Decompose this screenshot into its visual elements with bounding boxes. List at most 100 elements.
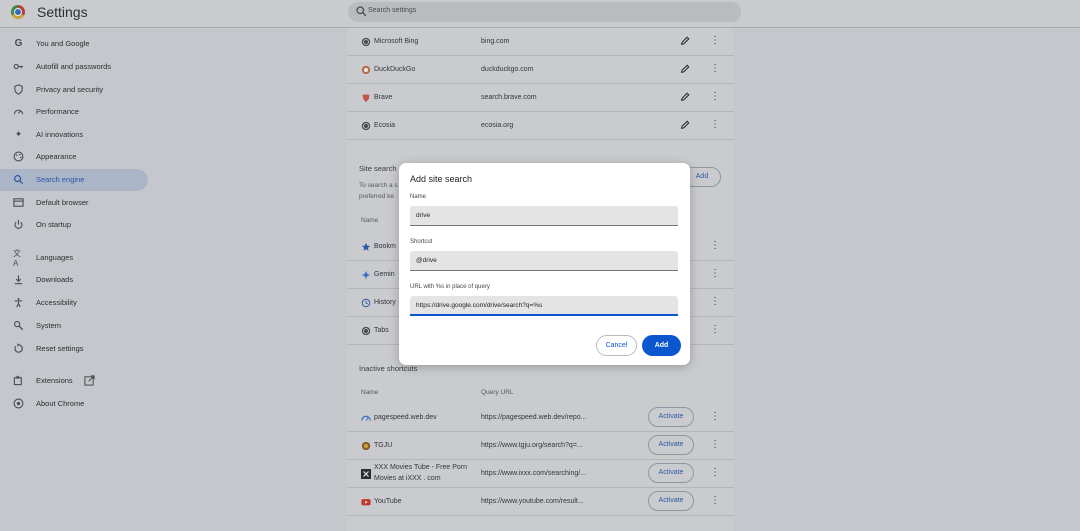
activate-button[interactable]: Activate [648, 435, 694, 455]
inactive-shortcut-row: XXX Movies Tube - Free Porn Movies at iX… [347, 460, 734, 488]
sidebar-item-performance[interactable]: Performance [0, 101, 148, 123]
inactive-shortcut-row: TGJU https://www.tgju.org/search?q=... A… [347, 432, 734, 460]
chrome-icon [13, 398, 24, 409]
sidebar-item-downloads[interactable]: Downloads [0, 269, 148, 291]
sidebar-item-reset-settings[interactable]: Reset settings [0, 338, 148, 360]
column-header-name: Name [361, 389, 379, 396]
sidebar-item-label: Performance [36, 107, 79, 116]
browser-icon [13, 197, 24, 208]
sidebar-item-system[interactable]: System [0, 315, 148, 337]
history-clock-icon [361, 298, 371, 308]
accessibility-icon [13, 297, 24, 308]
sidebar-item-label: Extensions [36, 376, 73, 385]
engine-name: Ecosia [374, 122, 396, 129]
more-options-icon[interactable]: ⋮ [710, 34, 720, 48]
column-header-name: Name [361, 217, 379, 224]
sidebar-item-privacy[interactable]: Privacy and security [0, 79, 148, 101]
sidebar-item-label: Appearance [36, 152, 77, 161]
engine-url: bing.com [481, 38, 510, 45]
search-engine-row: Brave search.brave.com ⋮ [347, 84, 734, 112]
site-search-title: Site search [359, 164, 397, 173]
external-link-icon [84, 375, 95, 386]
more-options-icon[interactable]: ⋮ [710, 90, 720, 104]
google-g-icon: G [14, 38, 23, 49]
sidebar-item-languages[interactable]: 文A Languages [0, 247, 148, 269]
sidebar-item-default-browser[interactable]: Default browser [0, 192, 148, 214]
url-field[interactable] [410, 296, 678, 316]
chrome-logo-icon [11, 5, 25, 19]
shortcut-name: YouTube [374, 498, 402, 505]
edit-pencil-icon[interactable] [680, 36, 690, 46]
name-field-label: Name [410, 194, 427, 200]
edit-pencil-icon[interactable] [680, 92, 690, 102]
shield-icon [13, 84, 24, 95]
tgju-icon [361, 441, 371, 451]
sidebar: G You and Google Autofill and passwords … [0, 28, 160, 531]
shortcut-url: https://pagespeed.web.dev/repo... [481, 414, 587, 421]
sidebar-item-label: You and Google [36, 39, 90, 48]
cancel-button[interactable]: Cancel [596, 335, 637, 356]
search-placeholder: Search settings [368, 7, 417, 14]
more-options-icon[interactable]: ⋮ [710, 494, 720, 508]
shortcut-field[interactable] [410, 251, 678, 271]
sidebar-item-you-and-google[interactable]: G You and Google [0, 33, 148, 55]
edit-pencil-icon[interactable] [680, 120, 690, 130]
ixxx-x-icon [361, 469, 371, 479]
url-field-label: URL with %s in place of query [410, 284, 490, 290]
search-settings-input[interactable]: Search settings [348, 2, 741, 22]
pagespeed-icon [361, 415, 371, 421]
page-title: Settings [37, 4, 88, 20]
more-options-icon[interactable]: ⋮ [710, 295, 720, 309]
sidebar-item-label: Reset settings [36, 344, 84, 353]
activate-button[interactable]: Activate [648, 463, 694, 483]
sidebar-item-about-chrome[interactable]: About Chrome [0, 393, 148, 415]
duckduckgo-icon [361, 65, 371, 75]
sidebar-item-autofill[interactable]: Autofill and passwords [0, 56, 148, 78]
translate-icon: 文A [13, 248, 21, 268]
activate-button[interactable]: Activate [648, 491, 694, 511]
inactive-shortcuts-title: Inactive shortcuts [359, 364, 418, 373]
site-search-name: Tabs [374, 327, 389, 334]
shortcut-field-label: Shortcut [410, 239, 433, 245]
top-bar: Settings Search settings [0, 0, 1080, 28]
more-options-icon[interactable]: ⋮ [710, 118, 720, 132]
add-button[interactable]: Add [642, 335, 681, 356]
globe-icon [361, 37, 371, 47]
activate-button[interactable]: Activate [648, 407, 694, 427]
more-options-icon[interactable]: ⋮ [710, 438, 720, 452]
star-icon [361, 242, 371, 251]
sidebar-item-extensions[interactable]: Extensions [0, 370, 148, 392]
name-field[interactable] [410, 206, 678, 226]
sidebar-item-label: Autofill and passwords [36, 62, 112, 71]
more-options-icon[interactable]: ⋮ [710, 323, 720, 337]
inactive-shortcut-row: pagespeed.web.dev https://pagespeed.web.… [347, 404, 734, 432]
search-engine-row: DuckDuckGo duckduckgo.com ⋮ [347, 56, 734, 84]
search-icon [356, 6, 367, 17]
sidebar-item-appearance[interactable]: Appearance [0, 146, 148, 168]
sidebar-item-on-startup[interactable]: On startup [0, 214, 148, 236]
shortcut-url: https://www.youtube.com/result... [481, 498, 584, 505]
more-options-icon[interactable]: ⋮ [710, 267, 720, 281]
sidebar-item-ai-innovations[interactable]: ✦ AI innovations [0, 124, 148, 146]
puzzle-icon [13, 375, 24, 386]
key-icon [13, 61, 24, 72]
more-options-icon[interactable]: ⋮ [710, 62, 720, 76]
power-icon [13, 219, 24, 230]
site-search-desc-line1: To search a s [359, 182, 398, 189]
more-options-icon[interactable]: ⋮ [710, 410, 720, 424]
more-options-icon[interactable]: ⋮ [710, 466, 720, 480]
sidebar-item-search-engine[interactable]: Search engine [0, 169, 148, 191]
sidebar-item-label: System [36, 321, 62, 330]
site-search-desc-line2: preferred ke [359, 193, 395, 200]
shortcut-name-line1: XXX Movies Tube - Free Porn [374, 464, 467, 471]
shortcut-name-line2: Movies at iXXX . com [374, 475, 441, 482]
site-search-name: Bookm [374, 243, 396, 250]
shortcut-name: TGJU [374, 442, 393, 449]
more-options-icon[interactable]: ⋮ [710, 239, 720, 253]
sidebar-item-label: Languages [36, 253, 74, 262]
inactive-shortcut-row: YouTube https://www.youtube.com/result..… [347, 488, 734, 516]
reset-icon [13, 343, 24, 354]
edit-pencil-icon[interactable] [680, 64, 690, 74]
sidebar-item-accessibility[interactable]: Accessibility [0, 292, 148, 314]
palette-icon [13, 151, 24, 162]
